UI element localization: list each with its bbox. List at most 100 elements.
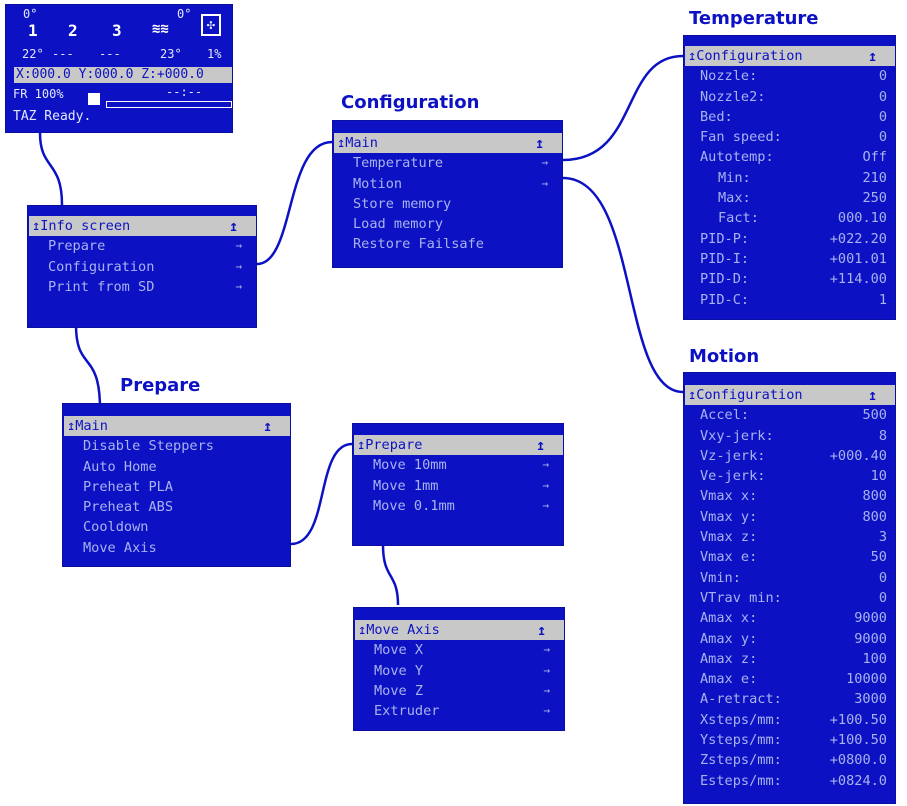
setting-value: 800 xyxy=(862,508,887,525)
ext2-current-temp: --- xyxy=(52,47,74,61)
setting-value: +114.00 xyxy=(829,271,887,288)
temperature-title: Temperature xyxy=(689,8,819,29)
setting-label: Bed: xyxy=(700,108,733,125)
setting-row[interactable]: PID-C: 1 xyxy=(684,290,895,310)
setting-row[interactable]: PID-P: +022.20 xyxy=(684,229,895,249)
setting-row[interactable]: Accel: 500 xyxy=(684,405,895,425)
setting-row[interactable]: PID-D: +114.00 xyxy=(684,269,895,289)
setting-label: Zsteps/mm: xyxy=(700,752,782,769)
setting-label: VTrav min: xyxy=(700,589,782,606)
menu-item-restore-failsafe[interactable]: Restore Failsafe xyxy=(333,234,562,254)
setting-label: Vxy-jerk: xyxy=(700,427,774,444)
menu-item-preheat-pla[interactable]: Preheat PLA xyxy=(63,477,290,497)
menu-item-move-z[interactable]: Move Z → xyxy=(354,681,564,701)
menu-item-info-screen[interactable]: ↥Info screen ↥ xyxy=(29,216,256,237)
move-distance-menu-panel: ↥Prepare ↥ Move 10mm → Move 1mm → Move 0.1m… xyxy=(352,423,564,546)
menu-item-move-0-1mm[interactable]: Move 0.1mm → xyxy=(353,496,563,516)
setting-row[interactable]: Autotemp: Off xyxy=(684,147,895,167)
menu-item-back-configuration[interactable]: ↥Configuration ↥ xyxy=(685,385,895,406)
setting-row[interactable]: Vmax z: 3 xyxy=(684,527,895,547)
setting-row[interactable]: Bed: 0 xyxy=(684,107,895,127)
setting-label: Amax e: xyxy=(700,671,758,688)
setting-row[interactable]: Ve-jerk: 10 xyxy=(684,466,895,486)
setting-row[interactable]: Vmax y: 800 xyxy=(684,507,895,527)
setting-row[interactable]: Xsteps/mm: +100.50 xyxy=(684,710,895,730)
menu-item-back-configuration[interactable]: ↥Configuration ↥ xyxy=(685,46,895,67)
setting-label: Vmax e: xyxy=(700,549,758,566)
arrow-right-icon: → xyxy=(542,478,549,492)
menu-item-store-memory[interactable]: Store memory xyxy=(333,194,562,214)
setting-row[interactable]: Ysteps/mm: +100.50 xyxy=(684,730,895,750)
setting-row[interactable]: Vxy-jerk: 8 xyxy=(684,426,895,446)
menu-item-main[interactable]: ↥Main ↥ xyxy=(334,133,562,154)
setting-value: +001.01 xyxy=(829,250,887,267)
prepare-title: Prepare xyxy=(120,375,201,396)
menu-item-back-move-axis[interactable]: ↥Move Axis ↥ xyxy=(355,620,564,641)
setting-row[interactable]: Vmin: 0 xyxy=(684,568,895,588)
menu-item-move-axis[interactable]: Move Axis xyxy=(63,538,290,558)
extruder-3-icon: 3 xyxy=(112,21,122,40)
menu-item-extruder[interactable]: Extruder → xyxy=(354,701,564,721)
setting-value: 0 xyxy=(878,129,887,146)
setting-label: Amax z: xyxy=(700,650,758,667)
menu-item-preheat-abs[interactable]: Preheat ABS xyxy=(63,497,290,517)
menu-item-load-memory[interactable]: Load memory xyxy=(333,214,562,234)
setting-row[interactable]: Fan speed: 0 xyxy=(684,127,895,147)
setting-row[interactable]: Amax x: 9000 xyxy=(684,608,895,628)
ext2-target-temp: 0° xyxy=(177,7,192,21)
fan-icon: ✣ xyxy=(201,14,221,36)
setting-row[interactable]: Amax z: 100 xyxy=(684,649,895,669)
setting-value: 9000 xyxy=(854,610,887,627)
setting-row[interactable]: Amax y: 9000 xyxy=(684,629,895,649)
setting-row[interactable]: Max: 250 xyxy=(684,188,895,208)
setting-value: 8 xyxy=(878,427,887,444)
connector-config-to-motion xyxy=(562,176,684,394)
connector-config-to-temperature xyxy=(562,54,684,162)
setting-row[interactable]: PID-I: +001.01 xyxy=(684,249,895,269)
menu-item-cooldown[interactable]: Cooldown xyxy=(63,517,290,537)
menu-item-move-10mm[interactable]: Move 10mm → xyxy=(353,455,563,475)
menu-item-disable-steppers[interactable]: Disable Steppers xyxy=(63,436,290,456)
back-arrow-icon: ↥ xyxy=(867,47,877,65)
setting-row[interactable]: Fact: 000.10 xyxy=(684,208,895,228)
setting-row[interactable]: Esteps/mm: +0824.0 xyxy=(684,771,895,791)
setting-value: 0 xyxy=(878,108,887,125)
setting-row[interactable]: Nozzle2: 0 xyxy=(684,87,895,107)
setting-value: 100 xyxy=(862,650,887,667)
arrow-right-icon: → xyxy=(543,704,550,718)
arrow-right-icon: → xyxy=(235,279,242,293)
menu-item-back-prepare[interactable]: ↥Prepare ↥ xyxy=(354,435,563,456)
arrow-right-icon: → xyxy=(543,663,550,677)
setting-label: Vmax x: xyxy=(700,488,758,505)
setting-row[interactable]: Nozzle: 0 xyxy=(684,66,895,86)
extruder-2-icon: 2 xyxy=(68,21,78,40)
setting-row[interactable]: Vz-jerk: +000.40 xyxy=(684,446,895,466)
menu-item-move-y[interactable]: Move Y → xyxy=(354,661,564,681)
menu-item-move-x[interactable]: Move X → xyxy=(354,640,564,660)
setting-row[interactable]: Min: 210 xyxy=(684,168,895,188)
setting-row[interactable]: VTrav min: 0 xyxy=(684,588,895,608)
setting-label: Xsteps/mm: xyxy=(700,711,782,728)
feedrate: FR 100% xyxy=(13,87,64,101)
menu-item-main[interactable]: ↥Main ↥ xyxy=(64,416,290,437)
setting-row[interactable]: Amax e: 10000 xyxy=(684,669,895,689)
menu-item-prepare[interactable]: Prepare → xyxy=(28,236,256,256)
setting-value: 0 xyxy=(878,88,887,105)
setting-value: 0 xyxy=(878,68,887,85)
menu-item-move-1mm[interactable]: Move 1mm → xyxy=(353,476,563,496)
menu-item-temperature[interactable]: Temperature → xyxy=(333,153,562,173)
menu-item-configuration[interactable]: Configuration → xyxy=(28,257,256,277)
setting-row[interactable]: Vmax e: 50 xyxy=(684,547,895,567)
menu-item-motion[interactable]: Motion → xyxy=(333,174,562,194)
setting-row[interactable]: Zsteps/mm: +0800.0 xyxy=(684,750,895,770)
arrow-right-icon: → xyxy=(541,156,548,170)
motion-title: Motion xyxy=(689,346,760,367)
menu-item-print-from-sd[interactable]: Print from SD → xyxy=(28,277,256,297)
setting-label: Accel: xyxy=(700,407,750,424)
setting-row[interactable]: Vmax x: 800 xyxy=(684,486,895,506)
main-menu-panel: ↥Info screen ↥ Prepare → Configuration → Pr… xyxy=(27,205,257,328)
setting-row[interactable]: A-retract: 3000 xyxy=(684,689,895,709)
setting-value: +000.40 xyxy=(829,447,887,464)
menu-item-auto-home[interactable]: Auto Home xyxy=(63,457,290,477)
connector-main-to-config xyxy=(256,140,333,266)
